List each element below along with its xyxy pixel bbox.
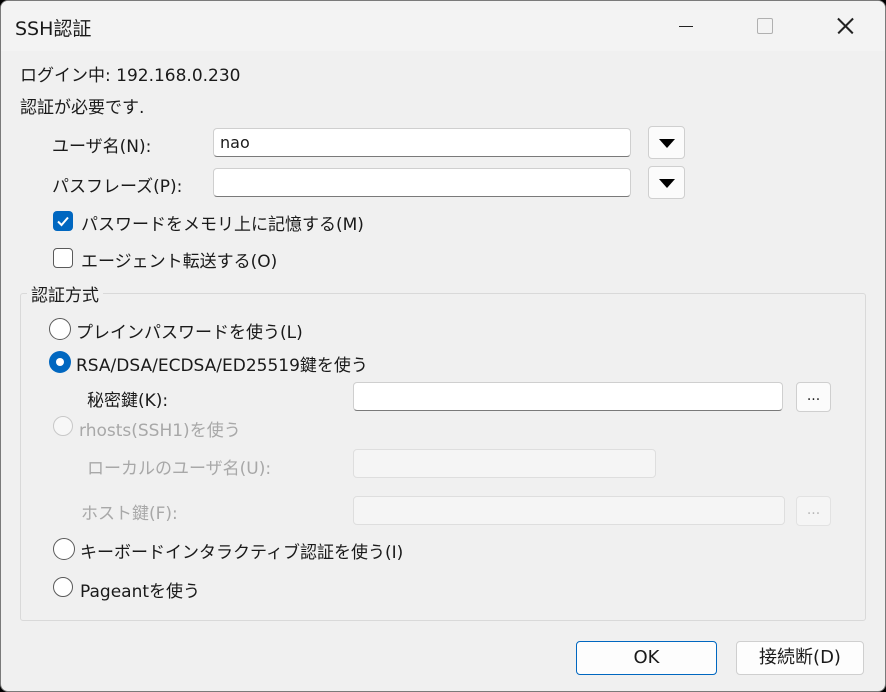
plain-password-radio[interactable] xyxy=(49,318,71,340)
private-key-input[interactable] xyxy=(353,382,783,411)
local-user-input xyxy=(353,449,656,478)
title-bar[interactable]: SSH認証 xyxy=(1,1,885,51)
host-key-browse-button: ... xyxy=(796,496,831,526)
chevron-down-icon xyxy=(659,139,675,148)
pageant-label[interactable]: Pageantを使う xyxy=(80,577,200,602)
rsa-key-radio[interactable] xyxy=(49,351,71,373)
rhosts-radio xyxy=(53,416,73,436)
username-input[interactable] xyxy=(213,128,631,157)
auth-method-legend: 認証方式 xyxy=(27,281,103,306)
ssh-auth-dialog: SSH認証 ログイン中: 192.168.0.230 認証が必要です. ユーザ名… xyxy=(0,0,886,692)
minimize-button[interactable] xyxy=(645,1,725,51)
username-history-dropdown[interactable] xyxy=(648,126,685,159)
rhosts-label: rhosts(SSH1)を使う xyxy=(79,421,241,441)
auth-required-message: 認証が必要です. xyxy=(20,98,145,118)
host-key-label: ホスト鍵(F): xyxy=(81,504,178,524)
remember-password-label[interactable]: パスワードをメモリ上に記憶する(M) xyxy=(81,210,364,235)
plain-password-label[interactable]: プレインパスワードを使う(L) xyxy=(76,318,303,343)
login-status: ログイン中: 192.168.0.230 xyxy=(20,66,241,86)
passphrase-history-dropdown[interactable] xyxy=(648,166,685,199)
agent-forward-checkbox[interactable] xyxy=(53,248,73,268)
ok-button[interactable]: OK xyxy=(576,641,717,675)
close-button[interactable] xyxy=(805,1,885,51)
username-label: ユーザ名(N): xyxy=(52,137,152,157)
chevron-down-icon xyxy=(659,179,675,188)
passphrase-input[interactable] xyxy=(213,168,631,197)
agent-forward-label[interactable]: エージェント転送する(O) xyxy=(81,247,277,272)
checkmark-icon xyxy=(57,216,69,227)
disconnect-button[interactable]: 接続断(D) xyxy=(736,641,864,675)
maximize-button xyxy=(725,1,805,51)
rsa-key-label[interactable]: RSA/DSA/ECDSA/ED25519鍵を使う xyxy=(76,351,368,376)
private-key-browse-button[interactable]: ... xyxy=(796,382,831,412)
window-title: SSH認証 xyxy=(15,18,92,40)
keyboard-interactive-label[interactable]: キーボードインタラクティブ認証を使う(I) xyxy=(80,538,403,563)
remember-password-checkbox[interactable] xyxy=(53,211,73,231)
host-key-input xyxy=(353,496,785,525)
private-key-label: 秘密鍵(K): xyxy=(87,391,169,411)
keyboard-interactive-radio[interactable] xyxy=(53,538,75,560)
pageant-radio[interactable] xyxy=(53,577,73,597)
passphrase-label: パスフレーズ(P): xyxy=(52,177,183,197)
local-user-label: ローカルのユーザ名(U): xyxy=(87,459,272,479)
